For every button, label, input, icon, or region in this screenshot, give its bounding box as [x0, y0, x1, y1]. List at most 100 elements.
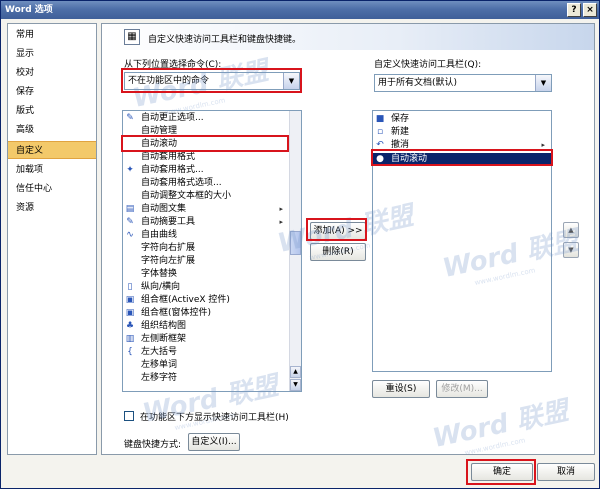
list-item-label: 自动套用格式选项...	[141, 178, 222, 188]
window-title: Word 选项	[5, 5, 53, 15]
list-item[interactable]: 左移单词	[123, 359, 289, 372]
dialog-footer: 确定 取消	[1, 457, 599, 488]
autotext-icon: ▤	[125, 204, 135, 214]
choose-commands-combo[interactable]: 不在功能区中的命令 ▼	[124, 72, 300, 90]
qat-list[interactable]: ■ 保存 ▫ 新建 ↶ 撤消 ▸ ● 自动滚动	[372, 110, 552, 372]
sidebar-item-trust-center[interactable]: 信任中心	[8, 180, 96, 198]
list-item[interactable]: ▥ 左侧断框架	[123, 333, 289, 346]
options-sidebar: 常用 显示 校对 保存 版式 高级 自定义 加载项 信任中心 资源	[7, 23, 97, 455]
customize-panel: ▦ 自定义快速访问工具栏和键盘快捷键。 从下列位置选择命令(C): 不在功能区中…	[101, 23, 595, 455]
list-item[interactable]: 自动滚动	[123, 138, 289, 151]
qat-scope-value: 用于所有文档(默认)	[378, 78, 458, 88]
list-item-label: 自动滚动	[141, 139, 178, 149]
combobox-icon: ▣	[125, 295, 135, 305]
list-item-label: 字体替换	[141, 269, 178, 279]
panel-header: ▦ 自定义快速访问工具栏和键盘快捷键。	[102, 24, 594, 50]
sidebar-item-layout[interactable]: 版式	[8, 102, 96, 120]
sidebar-item-common[interactable]: 常用	[8, 26, 96, 44]
ok-button[interactable]: 确定	[471, 463, 533, 481]
commands-scrollbar[interactable]: ▲ ▼	[289, 111, 301, 391]
list-item[interactable]: ✦ 自动套用格式...	[123, 164, 289, 177]
list-item[interactable]: ↶ 撤消 ▸	[373, 139, 551, 152]
list-item-label: 组合框(窗体控件)	[141, 308, 212, 318]
list-item[interactable]: ▣ 组合框(ActiveX 控件)	[123, 294, 289, 307]
list-item[interactable]: ♣ 组织结构图	[123, 320, 289, 333]
autoscroll-icon: ●	[376, 154, 384, 164]
list-item[interactable]: ✎ 自动更正选项...	[123, 112, 289, 125]
close-button[interactable]: ×	[583, 3, 597, 17]
list-item[interactable]: ✎ 自动摘要工具 ▸	[123, 216, 289, 229]
list-item[interactable]: 字体替换	[123, 268, 289, 281]
show-below-ribbon-checkbox[interactable]	[124, 411, 134, 421]
sidebar-item-advanced[interactable]: 高级	[8, 121, 96, 139]
chevron-down-icon[interactable]: ▼	[535, 75, 551, 91]
list-item[interactable]: 左移字符	[123, 372, 289, 385]
freeform-icon: ∿	[126, 230, 134, 240]
sidebar-item-label: 显示	[16, 49, 35, 59]
toolbar-customize-icon: ▦	[124, 29, 140, 45]
list-item-label: 新建	[391, 127, 410, 137]
orientation-icon: ▯	[127, 282, 133, 292]
list-item[interactable]: ▫ 新建	[373, 126, 551, 139]
sidebar-item-proofing[interactable]: 校对	[8, 64, 96, 82]
list-item[interactable]: ∿ 自由曲线	[123, 229, 289, 242]
show-below-ribbon-label: 在功能区下方显示快速访问工具栏(H)	[140, 413, 289, 423]
cancel-button[interactable]: 取消	[537, 463, 595, 481]
move-down-icon[interactable]: ▼	[563, 242, 579, 258]
list-item-label: 保存	[391, 114, 410, 124]
frame-icon: ▥	[125, 334, 135, 344]
list-item-label: 字符向右扩展	[141, 243, 196, 253]
scrollbar-thumb[interactable]	[290, 231, 301, 255]
list-item-label: 自动图文集	[141, 204, 187, 214]
add-button[interactable]: 添加(A) >>	[310, 222, 366, 240]
customize-shortcuts-button[interactable]: 自定义(I)...	[188, 433, 240, 451]
list-item-label: 组织结构图	[141, 321, 187, 331]
sidebar-item-save[interactable]: 保存	[8, 83, 96, 101]
list-item[interactable]: ▯ 纵向/横向	[123, 281, 289, 294]
list-item-label: 字符向左扩展	[141, 256, 196, 266]
help-button[interactable]: ?	[567, 3, 581, 17]
scroll-up-icon[interactable]: ▲	[290, 366, 301, 378]
qat-label: 自定义快速访问工具栏(Q):	[374, 60, 482, 70]
sidebar-item-addins[interactable]: 加载项	[8, 161, 96, 179]
list-item-label: 左侧断框架	[141, 334, 187, 344]
sidebar-item-label: 保存	[16, 87, 35, 97]
list-item-label: 纵向/横向	[141, 282, 181, 292]
sidebar-item-label: 加载项	[16, 165, 44, 175]
list-item[interactable]: ▤ 自动图文集 ▸	[123, 203, 289, 216]
brace-icon: {	[127, 347, 133, 357]
autoformat-icon: ✦	[126, 165, 134, 175]
list-item[interactable]: 自动调整文本框的大小	[123, 190, 289, 203]
list-item[interactable]: ■ 保存	[373, 113, 551, 126]
word-options-dialog: Word 选项 ? × 常用 显示 校对 保存 版式 高级 自定义 加载项 信任…	[0, 0, 600, 489]
sidebar-item-display[interactable]: 显示	[8, 45, 96, 63]
commands-list[interactable]: ✎ 自动更正选项... 自动管理 自动滚动 自动套用格式 ✦ 自动套用格式... 自…	[122, 110, 302, 392]
reset-button[interactable]: 重设(S)	[372, 380, 430, 398]
list-item-label: 组合框(ActiveX 控件)	[141, 295, 230, 305]
list-item[interactable]: 自动套用格式	[123, 151, 289, 164]
list-item[interactable]: 自动套用格式选项...	[123, 177, 289, 190]
move-up-icon[interactable]: ▲	[563, 222, 579, 238]
submenu-arrow-icon: ▸	[541, 141, 545, 149]
list-item[interactable]: 字符向右扩展	[123, 242, 289, 255]
chevron-down-icon[interactable]: ▼	[283, 73, 299, 89]
scroll-down-icon[interactable]: ▼	[290, 379, 301, 391]
list-item[interactable]: 字符向左扩展	[123, 255, 289, 268]
choose-commands-value: 不在功能区中的命令	[128, 76, 210, 86]
save-icon: ■	[375, 114, 385, 124]
sidebar-item-label: 自定义	[16, 146, 44, 156]
list-item-label: 自动滚动	[391, 154, 428, 164]
sidebar-item-resources[interactable]: 资源	[8, 199, 96, 217]
list-item[interactable]: ▣ 组合框(窗体控件)	[123, 307, 289, 320]
remove-button[interactable]: 删除(R)	[310, 243, 366, 261]
combobox-form-icon: ▣	[125, 308, 135, 318]
list-item[interactable]: {左大括号	[123, 346, 289, 359]
list-item-selected[interactable]: ● 自动滚动	[373, 153, 551, 166]
list-item[interactable]: 自动管理	[123, 125, 289, 138]
list-item-label: 左移字符	[141, 373, 178, 383]
help-icon: ?	[571, 5, 577, 15]
qat-scope-combo[interactable]: 用于所有文档(默认) ▼	[374, 74, 552, 92]
submenu-arrow-icon: ▸	[279, 205, 283, 213]
sidebar-item-customize[interactable]: 自定义	[8, 141, 96, 159]
sidebar-item-label: 常用	[16, 30, 35, 40]
